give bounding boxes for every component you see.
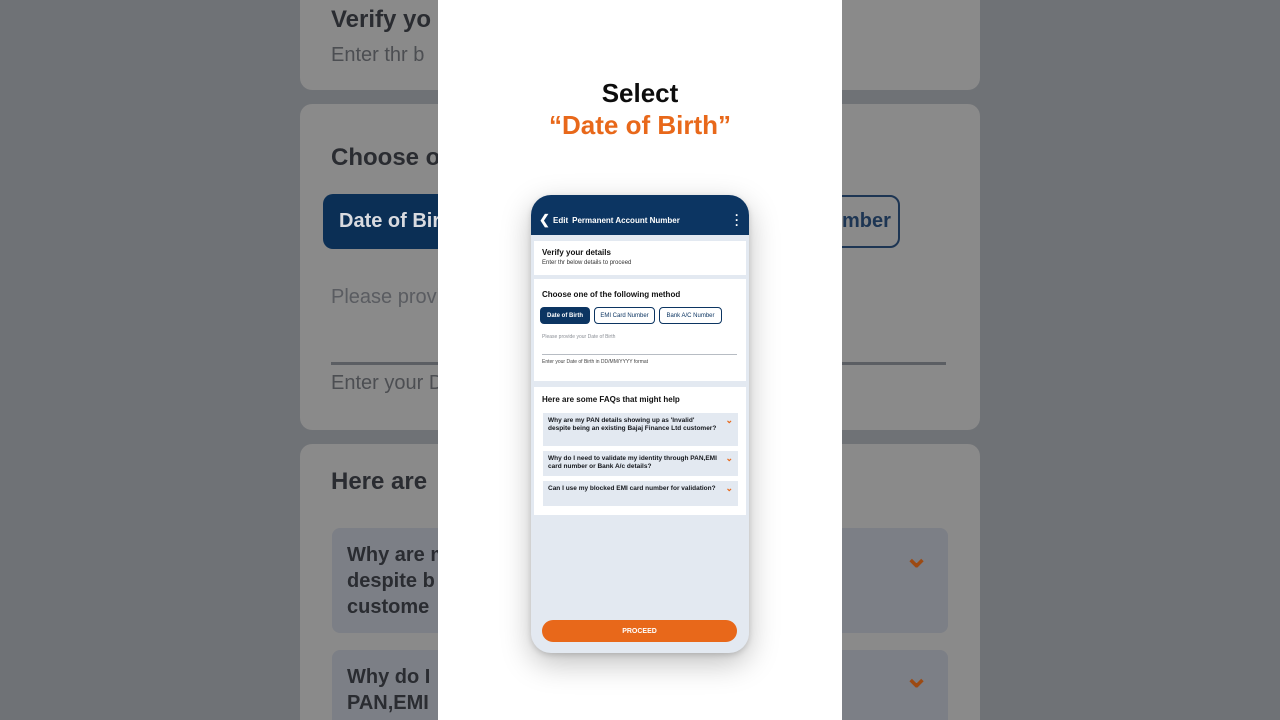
- dob-input-hint: Enter your Date of Birth in DD/MM/YYYY f…: [542, 359, 649, 365]
- app-bar: ❮ Edit Permanent Account Number · · ·: [531, 195, 749, 235]
- bg-faq2-l1: Why do I: [347, 666, 431, 688]
- verify-subtitle: Enter thr below details to proceed: [542, 260, 632, 266]
- chip-date-of-birth[interactable]: Date of Birth: [540, 307, 590, 324]
- app-bar-edit: Edit: [553, 216, 569, 225]
- faq-question: Why do I need to validate my identity th…: [548, 455, 717, 470]
- verify-card: Verify your details Enter thr below deta…: [534, 241, 746, 275]
- chevron-left-icon[interactable]: ❮: [539, 213, 550, 226]
- method-title: Choose one of the following method: [542, 290, 681, 299]
- chevron-down-icon: ⌄: [725, 483, 733, 493]
- bg-chevron-down-icon: ⌄: [904, 661, 930, 694]
- faq-item[interactable]: Why do I need to validate my identity th…: [543, 451, 738, 476]
- bg-chevron-down-icon: ⌄: [904, 541, 930, 574]
- faq-item[interactable]: Can I use my blocked EMI card number for…: [543, 481, 738, 506]
- faq-card: Here are some FAQs that might help Why a…: [534, 387, 746, 515]
- faq-question: Can I use my blocked EMI card number for…: [548, 485, 716, 492]
- bg-verify-title: Verify yo: [331, 6, 432, 33]
- bg-method-title: Choose o: [331, 144, 441, 171]
- bg-chip-dob-label: Date of Bir: [339, 210, 441, 232]
- bg-input-hint: Enter your Da: [331, 372, 455, 394]
- bg-faq1-l2: despite b: [347, 570, 435, 592]
- chevron-down-icon: ⌄: [725, 415, 733, 425]
- more-vertical-icon[interactable]: · · ·: [735, 209, 739, 231]
- bg-faq1-l1: Why are m: [347, 544, 449, 566]
- bg-faq2-l2: PAN,EMI: [347, 692, 429, 714]
- chip-bank-account-number[interactable]: Bank A/C Number: [659, 307, 722, 324]
- phone-screen: ❮ Edit Permanent Account Number · · · Verif…: [531, 195, 749, 653]
- headline-date-of-birth: “Date of Birth”: [549, 110, 731, 140]
- faq-item[interactable]: Why are my PAN details showing up as 'In…: [543, 413, 738, 446]
- bg-faq1-l3: custome: [347, 596, 430, 618]
- faq-title: Here are some FAQs that might help: [542, 395, 680, 404]
- chevron-down-icon: ⌄: [725, 453, 733, 463]
- headline-select: Select: [601, 78, 679, 108]
- chip-emi-card-number[interactable]: EMI Card Number: [594, 307, 655, 324]
- method-card: Choose one of the following method Date …: [534, 279, 746, 381]
- faq-question: Why are my PAN details showing up as 'In…: [548, 417, 717, 432]
- verify-title: Verify your details: [542, 248, 611, 257]
- bg-verify-subtitle: Enter thr b: [331, 44, 425, 66]
- app-bar-title-text: Permanent Account Number: [572, 216, 680, 225]
- dob-input[interactable]: [542, 354, 737, 355]
- app-bar-title: Edit Permanent Account Number: [553, 216, 684, 225]
- bg-input-label: Please provi: [331, 286, 442, 308]
- proceed-button[interactable]: PROCEED: [542, 620, 737, 642]
- bg-chip-bank-label: mber: [842, 210, 891, 232]
- dob-input-label: Please provide your Date of Birth: [542, 334, 616, 340]
- bg-faq-title: Here are: [331, 468, 428, 495]
